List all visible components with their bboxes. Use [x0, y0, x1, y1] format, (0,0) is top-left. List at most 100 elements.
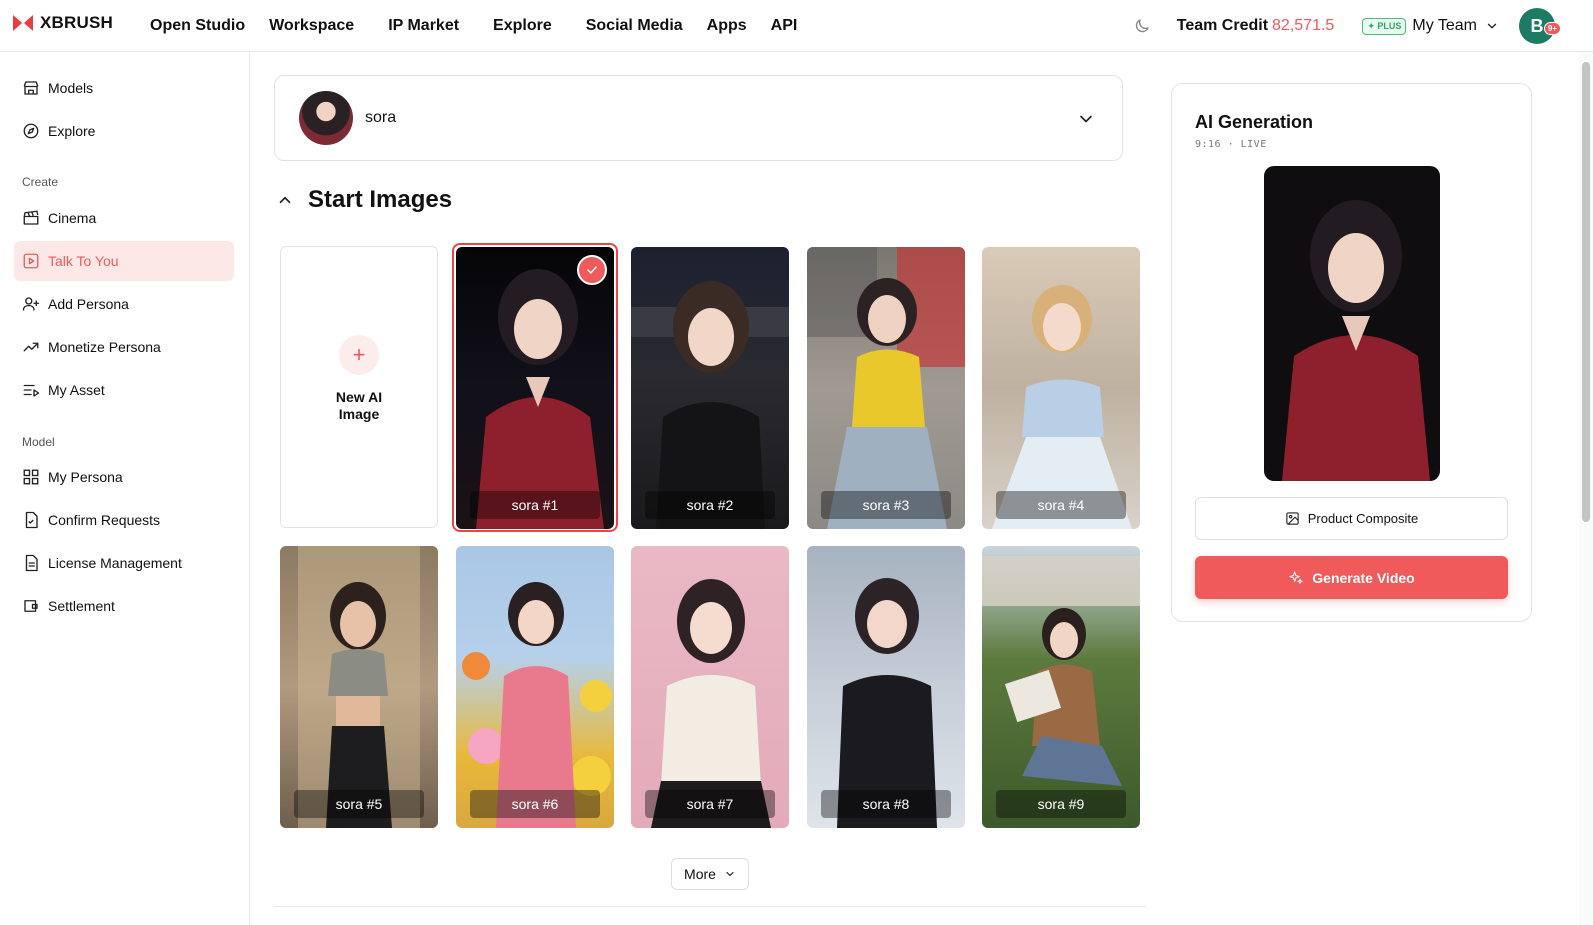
sidebar-item-cinema[interactable]: Cinema — [14, 198, 234, 238]
start-image-card[interactable]: sora #6 — [456, 546, 614, 828]
file-check-icon — [25, 511, 38, 529]
start-image-card[interactable]: sora #5 — [280, 546, 438, 828]
nav-social-media[interactable]: Social Media — [586, 17, 683, 35]
more-button[interactable]: More — [671, 858, 749, 890]
moon-icon[interactable] — [1133, 17, 1151, 35]
sidebar-item-add-persona[interactable]: Add Persona — [14, 284, 234, 324]
image-caption: sora #7 — [645, 790, 775, 818]
generate-video-button[interactable]: Generate Video — [1195, 556, 1508, 599]
selected-check-icon — [577, 255, 607, 285]
portrait-figure — [807, 247, 965, 529]
image-caption: sora #5 — [294, 790, 424, 818]
sidebar-item-label: Cinema — [48, 210, 97, 226]
sidebar-item-label: Add Persona — [48, 296, 129, 312]
nav-open-studio[interactable]: Open Studio — [150, 17, 245, 35]
nav-workspace[interactable]: Workspace — [269, 17, 354, 35]
section-label-create: Create — [22, 175, 59, 189]
sidebar-item-my-persona[interactable]: My Persona — [14, 457, 234, 497]
more-button-label: More — [684, 866, 716, 882]
plus-icon: + — [339, 335, 379, 375]
list-video-icon — [23, 384, 40, 397]
start-image-card[interactable]: sora #3 — [807, 247, 965, 529]
store-icon — [23, 81, 39, 95]
top-bar: XBRUSH Open Studio Workspace IP Market E… — [0, 0, 1593, 52]
sidebar-item-my-asset[interactable]: My Asset — [14, 370, 234, 410]
portrait-figure — [476, 269, 604, 529]
trending-up-icon — [23, 342, 39, 352]
portrait-figure — [462, 582, 612, 828]
compass-icon — [23, 123, 39, 139]
sidebar-item-monetize-persona[interactable]: Monetize Persona — [14, 327, 234, 367]
main-nav: Open Studio Workspace IP Market Explore … — [150, 0, 821, 52]
sidebar-item-settlement[interactable]: Settlement — [14, 586, 234, 626]
sidebar-item-confirm-requests[interactable]: Confirm Requests — [14, 500, 234, 540]
sidebar-item-explore[interactable]: Explore — [14, 111, 234, 151]
portrait-figure — [298, 546, 420, 828]
sidebar-item-talk-to-you[interactable]: Talk To You — [14, 241, 234, 281]
sidebar-item-models[interactable]: Models — [14, 68, 234, 108]
start-image-card[interactable]: sora #2 — [631, 247, 789, 529]
main-content: sora Start Images + New AI Image sora #1 — [250, 52, 1593, 925]
team-credit-label: Team Credit — [1176, 17, 1269, 34]
new-ai-image-card[interactable]: + New AI Image — [280, 246, 438, 528]
notification-badge: 9+ — [1543, 22, 1561, 35]
chevron-down-icon[interactable] — [1485, 19, 1499, 33]
start-image-card[interactable]: sora #9 — [982, 546, 1140, 828]
sidebar-item-label: Confirm Requests — [48, 512, 161, 528]
plan-badge-label: PLUS — [1377, 20, 1402, 31]
persona-selector[interactable]: sora — [274, 75, 1123, 161]
avatar-letter: B — [1530, 15, 1544, 36]
grid-icon — [23, 469, 39, 485]
plan-badge: ✦ PLUS — [1362, 17, 1407, 35]
start-image-card[interactable]: sora #1 — [456, 247, 614, 529]
ai-generation-panel: AI Generation 9:16 · LIVE Product Compos… — [1171, 83, 1532, 622]
scrollbar-thumb[interactable] — [1582, 62, 1590, 522]
team-selector[interactable]: My Team — [1412, 17, 1477, 35]
section-label-model: Model — [22, 435, 55, 449]
start-image-card[interactable]: sora #8 — [807, 546, 965, 828]
chevron-up-icon[interactable] — [276, 191, 294, 209]
image-caption: sora #6 — [470, 790, 600, 818]
divider — [274, 906, 1146, 907]
sparkles-icon — [1289, 570, 1303, 584]
play-square-icon — [23, 253, 39, 269]
image-caption: sora #1 — [470, 491, 600, 519]
sidebar-item-label: My Asset — [48, 382, 105, 398]
sidebar-item-license-management[interactable]: License Management — [14, 543, 234, 583]
image-caption: sora #9 — [996, 790, 1126, 818]
nav-explore[interactable]: Explore — [493, 17, 552, 35]
product-composite-button[interactable]: Product Composite — [1195, 497, 1508, 540]
plus-sparkle-icon: ✦ — [1367, 20, 1375, 31]
sidebar-item-label: License Management — [48, 555, 182, 571]
nav-api[interactable]: API — [771, 17, 798, 35]
start-images-header[interactable]: Start Images — [276, 186, 452, 214]
new-ai-image-label: New AI Image — [335, 389, 383, 422]
start-image-card[interactable]: sora #4 — [982, 247, 1140, 529]
nav-apps[interactable]: Apps — [707, 17, 747, 35]
product-composite-label: Product Composite — [1307, 511, 1419, 526]
start-image-card[interactable]: sora #7 — [631, 546, 789, 828]
brand-logo[interactable]: XBRUSH — [12, 13, 113, 33]
sidebar-item-label: Models — [48, 80, 94, 96]
user-avatar[interactable]: B 9+ — [1519, 8, 1561, 44]
preview-portrait — [1282, 200, 1430, 481]
team-credit-value: 82,571.5 — [1272, 17, 1335, 34]
portrait-figure — [651, 579, 771, 828]
image-caption: sora #4 — [996, 491, 1126, 519]
nav-ip-market[interactable]: IP Market — [388, 17, 459, 35]
section-title: Start Images — [308, 186, 453, 213]
header-right: Team Credit 82,571.5 ✦ PLUS My Team B 9+ — [1133, 0, 1593, 52]
video-preview[interactable] — [1264, 166, 1440, 481]
sidebar-item-label: Settlement — [48, 598, 115, 614]
image-caption: sora #3 — [821, 491, 951, 519]
portrait-figure — [982, 556, 1140, 786]
user-plus-icon — [22, 297, 40, 311]
chevron-down-icon[interactable] — [1076, 109, 1096, 129]
file-text-icon — [25, 554, 38, 572]
sidebar-item-label: Monetize Persona — [48, 339, 161, 355]
portrait-figure — [992, 285, 1132, 529]
portrait-figure — [631, 281, 789, 529]
persona-avatar — [299, 91, 353, 145]
persona-name: sora — [365, 109, 397, 126]
wallet-icon — [24, 600, 38, 612]
